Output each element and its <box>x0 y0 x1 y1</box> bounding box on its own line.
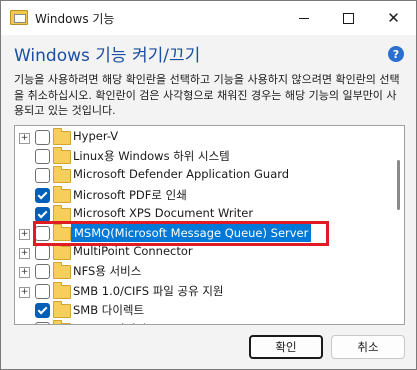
highlight-annotation-box <box>33 221 329 246</box>
feature-row[interactable]: Microsoft Defender Application Guard <box>15 166 390 185</box>
feature-checkbox[interactable] <box>35 130 50 145</box>
title-bar[interactable]: Windows 기능 ✕ <box>1 1 416 35</box>
feature-checkbox[interactable] <box>35 206 50 222</box>
page-heading: Windows 기능 켜기/끄기 <box>14 46 201 66</box>
feature-checkbox[interactable] <box>35 322 50 324</box>
feature-checkbox[interactable] <box>35 245 50 261</box>
feature-row[interactable]: SMB 다이렉트 <box>15 300 390 320</box>
feature-label[interactable]: Microsoft XPS Document Writer <box>73 206 253 220</box>
feature-row[interactable]: + MultiPoint Connector <box>15 243 390 262</box>
windows-features-dialog: Windows 기능 ✕ Windows 기능 켜기/끄기 ? 기능을 사용하려… <box>0 0 417 370</box>
feature-checkbox[interactable] <box>35 149 50 165</box>
folder-icon <box>53 262 71 280</box>
expand-icon[interactable]: + <box>19 267 30 279</box>
expand-icon[interactable]: + <box>19 286 30 298</box>
app-icon <box>10 10 28 25</box>
feature-label[interactable]: Microsoft Defender Application Guard <box>73 167 289 181</box>
expand-icon[interactable]: + <box>19 133 30 144</box>
folder-icon <box>53 204 71 222</box>
feature-checkbox[interactable] <box>35 187 50 203</box>
feature-label[interactable]: Linux용 Windows 하위 시스템 <box>73 148 230 164</box>
feature-row[interactable]: Microsoft PDF로 인쇄 <box>15 185 390 205</box>
folder-icon <box>53 281 71 299</box>
cancel-button[interactable]: 취소 <box>331 335 405 359</box>
feature-checkbox[interactable] <box>35 302 50 318</box>
scrollbar-thumb[interactable] <box>397 160 400 210</box>
feature-row[interactable]: Linux용 Windows 하위 시스템 <box>15 147 390 166</box>
description-text: 기능을 사용하려면 해당 확인란을 선택하고 기능을 사용하지 않으려면 확인란… <box>14 73 400 117</box>
feature-row[interactable]: + NFS용 서비스 <box>15 262 390 281</box>
feature-checkbox[interactable] <box>35 264 50 280</box>
feature-label[interactable]: MultiPoint Connector <box>73 244 193 258</box>
ok-button[interactable]: 확인 <box>249 335 323 359</box>
expand-icon[interactable]: + <box>19 229 30 240</box>
folder-icon <box>53 166 71 184</box>
close-button[interactable]: ✕ <box>371 1 416 35</box>
folder-icon <box>53 243 71 261</box>
feature-label[interactable]: NFS용 서비스 <box>73 263 141 279</box>
window-title: Windows 기능 <box>35 12 115 26</box>
maximize-icon <box>343 12 354 24</box>
maximize-button[interactable] <box>326 1 371 35</box>
folder-icon <box>53 147 71 165</box>
features-tree[interactable]: + Hyper-V Linux용 Windows 하위 시스템 Microsoft D… <box>14 125 405 325</box>
feature-checkbox[interactable] <box>35 168 50 184</box>
minimize-button[interactable] <box>281 1 326 35</box>
folder-icon <box>53 300 71 318</box>
feature-row[interactable]: + SMB 1.0/CIFS 파일 공유 지원 <box>15 281 390 301</box>
help-icon[interactable]: ? <box>388 46 404 62</box>
folder-icon <box>53 128 71 145</box>
feature-row[interactable]: TFTP 클라이언트 <box>15 320 390 324</box>
feature-label[interactable]: SMB 1.0/CIFS 파일 공유 지원 <box>73 283 224 299</box>
folder-icon <box>53 320 71 324</box>
feature-label[interactable]: SMB 다이렉트 <box>73 302 144 318</box>
close-icon: ✕ <box>387 9 400 27</box>
feature-label[interactable]: Microsoft PDF로 인쇄 <box>73 187 187 203</box>
feature-row[interactable]: + Hyper-V <box>15 128 390 147</box>
expand-icon[interactable]: + <box>19 248 30 260</box>
feature-checkbox[interactable] <box>35 283 50 299</box>
feature-label[interactable]: Hyper-V <box>73 129 118 143</box>
feature-label[interactable]: TFTP 클라이언트 <box>73 321 157 324</box>
folder-icon <box>53 185 71 203</box>
minimize-icon <box>298 17 309 19</box>
vertical-scrollbar[interactable] <box>392 126 404 324</box>
